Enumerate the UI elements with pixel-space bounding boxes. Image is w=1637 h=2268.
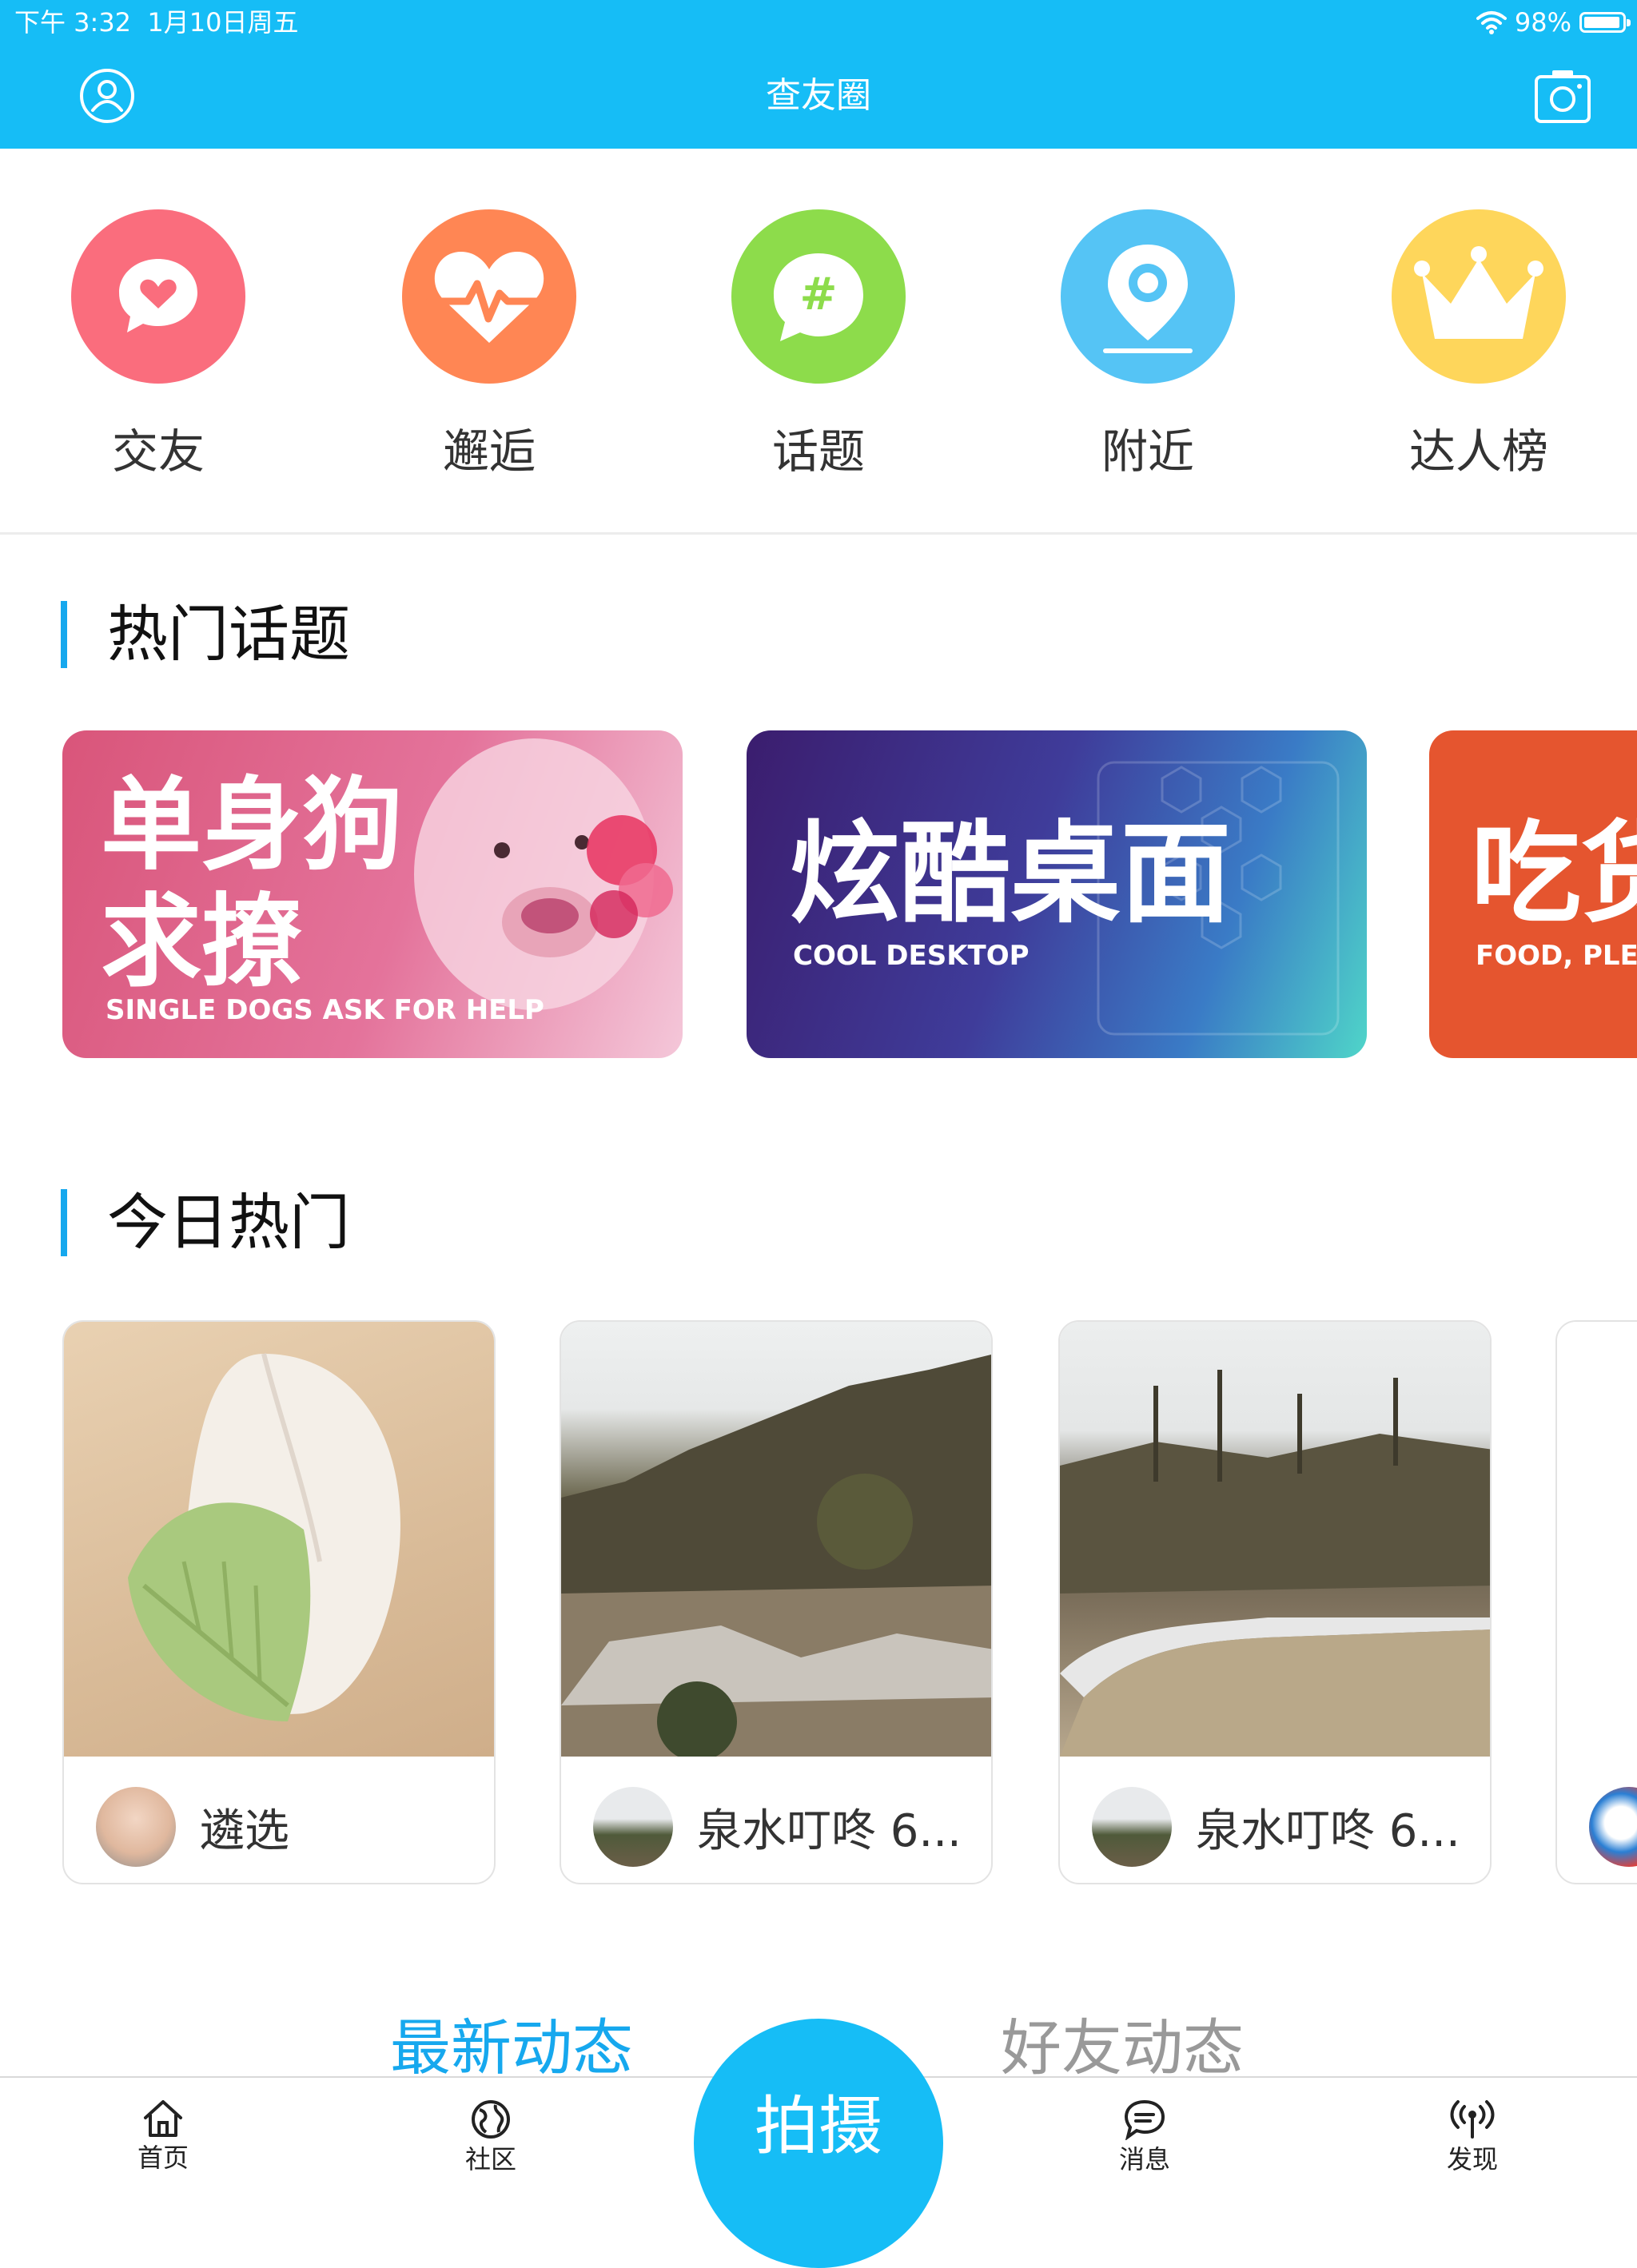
camera-icon[interactable] bbox=[1533, 67, 1592, 126]
section-accent-bar bbox=[61, 601, 67, 668]
tab-label: 首页 bbox=[137, 2143, 189, 2173]
heartbeat-icon bbox=[425, 252, 553, 343]
banner-title-line1: 单身狗 bbox=[101, 766, 403, 884]
section-divider bbox=[0, 532, 1637, 535]
hot-post-card[interactable]: 遴选 bbox=[62, 1320, 496, 1884]
category-leaderboard[interactable]: 达人榜 bbox=[1391, 209, 1567, 481]
category-topics[interactable]: # 话题 bbox=[731, 209, 906, 481]
avatar[interactable] bbox=[593, 1787, 673, 1867]
tab-community[interactable]: 社区 bbox=[443, 2099, 539, 2175]
post-photo bbox=[1557, 1322, 1637, 1757]
svg-text:#: # bbox=[800, 269, 838, 320]
status-time-text: 下午 3:32 bbox=[14, 7, 132, 38]
page-title: 查友圈 bbox=[766, 75, 871, 116]
broadcast-icon bbox=[1450, 2100, 1495, 2139]
banner-subtitle: SINGLE DOGS ASK FOR HELP bbox=[106, 994, 544, 1026]
tab-label: 发现 bbox=[1446, 2144, 1498, 2174]
tab-discover[interactable]: 发现 bbox=[1424, 2099, 1520, 2175]
banner-title-line2: 求撩 bbox=[101, 883, 302, 1001]
banner-title: 吃货 bbox=[1471, 810, 1637, 938]
section-title-hot-topics: 热门话题 bbox=[107, 599, 350, 670]
topic-banner-food[interactable]: 吃货 FOOD, PLEASE bbox=[1429, 730, 1637, 1058]
tab-label: 消息 bbox=[1118, 2144, 1170, 2174]
post-meta: 泉水叮咚 6... bbox=[593, 1787, 975, 1867]
location-pin-icon bbox=[1103, 245, 1193, 353]
category-circle: # bbox=[731, 209, 906, 384]
hot-post-card[interactable] bbox=[1555, 1320, 1637, 1884]
topic-banner-single-dogs[interactable]: 单身狗 求撩 SINGLE DOGS ASK FOR HELP bbox=[62, 730, 683, 1058]
heart-chat-icon bbox=[119, 259, 197, 332]
home-icon bbox=[144, 2100, 182, 2137]
status-indicators: 98% bbox=[1476, 5, 1631, 40]
post-meta: 泉水叮咚 6... bbox=[1092, 1787, 1474, 1867]
tab-label: 社区 bbox=[464, 2144, 516, 2174]
post-username: 泉水叮咚 6... bbox=[697, 1804, 962, 1857]
status-time: 下午 3:32 1月10日周五 bbox=[14, 5, 298, 40]
category-circle bbox=[1061, 209, 1235, 384]
section-title-today-hot: 今日热门 bbox=[107, 1187, 350, 1258]
post-photo bbox=[561, 1322, 991, 1757]
banner-title: 单身狗 求撩 bbox=[101, 767, 484, 1001]
battery-icon bbox=[1579, 12, 1631, 33]
banner-subtitle: COOL DESKTOP bbox=[793, 940, 1030, 972]
shoot-button[interactable]: 拍摄 bbox=[694, 2019, 943, 2268]
tab-messages[interactable]: 消息 bbox=[1097, 2099, 1193, 2175]
crown-icon bbox=[1414, 246, 1543, 339]
category-label: 邂逅 bbox=[442, 424, 536, 479]
wifi-icon bbox=[1476, 11, 1507, 34]
category-label: 话题 bbox=[771, 424, 865, 479]
top-bar: 下午 3:32 1月10日周五 98% 查友圈 bbox=[0, 0, 1637, 149]
category-label: 附近 bbox=[1101, 424, 1194, 479]
category-circle bbox=[71, 209, 245, 384]
hot-post-card[interactable]: 泉水叮咚 6... bbox=[1058, 1320, 1492, 1884]
avatar[interactable] bbox=[1589, 1787, 1637, 1867]
post-username: 泉水叮咚 6... bbox=[1196, 1804, 1460, 1857]
hashtag-icon: # bbox=[774, 253, 863, 341]
status-date-text: 1月10日周五 bbox=[147, 7, 299, 38]
globe-icon bbox=[472, 2100, 510, 2139]
category-circle bbox=[402, 209, 576, 384]
avatar[interactable] bbox=[96, 1787, 176, 1867]
battery-percent: 98% bbox=[1514, 7, 1571, 38]
category-nearby[interactable]: 附近 bbox=[1060, 209, 1236, 481]
category-encounter[interactable]: 邂逅 bbox=[401, 209, 577, 481]
post-photo bbox=[64, 1322, 494, 1757]
banner-subtitle: FOOD, PLEASE bbox=[1476, 940, 1637, 972]
category-label: 达人榜 bbox=[1408, 424, 1548, 479]
category-make-friends[interactable]: 交友 bbox=[70, 209, 246, 481]
post-username: 遴选 bbox=[200, 1804, 289, 1857]
category-circle bbox=[1392, 209, 1566, 384]
category-label: 交友 bbox=[111, 424, 205, 479]
hot-post-card[interactable]: 泉水叮咚 6... bbox=[560, 1320, 993, 1884]
post-meta bbox=[1589, 1787, 1637, 1867]
post-meta: 遴选 bbox=[96, 1787, 478, 1867]
avatar[interactable] bbox=[1092, 1787, 1172, 1867]
section-accent-bar bbox=[61, 1189, 67, 1256]
tab-home[interactable]: 首页 bbox=[115, 2099, 211, 2174]
message-icon bbox=[1124, 2099, 1165, 2140]
post-photo bbox=[1060, 1322, 1490, 1757]
topic-banner-cool-desktop[interactable]: 炫酷桌面 COOL DESKTOP bbox=[747, 730, 1367, 1058]
banner-title: 炫酷桌面 bbox=[790, 810, 1232, 938]
